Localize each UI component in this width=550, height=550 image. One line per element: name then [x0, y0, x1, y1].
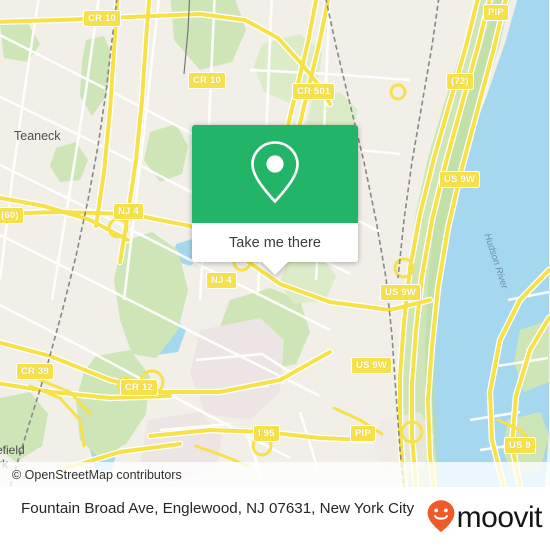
shield-cr-10-mid[interactable]: CR 10: [188, 72, 226, 89]
popup-header: [192, 125, 358, 223]
openstreetmap-attribution[interactable]: © OpenStreetMap contributors: [12, 468, 182, 482]
shield-cr-39[interactable]: CR 39: [16, 363, 54, 380]
place-label-overpeck-park-line1: efield: [0, 443, 25, 457]
map-attribution-bar: © OpenStreetMap contributors: [0, 462, 550, 487]
shield-us-9[interactable]: US 9: [504, 437, 536, 454]
shield-i-95[interactable]: I 95: [253, 425, 280, 442]
shield-nj-4-west[interactable]: NJ 4: [113, 203, 144, 220]
shield-us-9w-mid[interactable]: US 9W: [380, 284, 422, 301]
shield-pip-south[interactable]: PIP: [350, 425, 376, 442]
popup-footer[interactable]: Take me there: [192, 223, 358, 275]
address-label: Fountain Broad Ave, Englewood, NJ 07631,…: [21, 500, 415, 517]
shield-cr-10-north[interactable]: CR 10: [83, 10, 121, 27]
shield-cr-12[interactable]: CR 12: [120, 379, 158, 396]
shield-nj-4-center[interactable]: NJ 4: [206, 272, 237, 289]
moovit-map-screenshot: Teaneck efield rk Hudson River CR 10 PIP…: [0, 0, 550, 550]
moovit-pin-icon: [426, 499, 456, 538]
shield-cr-501[interactable]: CR 501: [292, 83, 336, 100]
shield-72[interactable]: (72): [446, 73, 474, 90]
shield-pip-top[interactable]: PIP: [483, 4, 509, 21]
place-label-teaneck: Teaneck: [14, 129, 61, 143]
location-popup-card[interactable]: Take me there: [192, 125, 358, 275]
take-me-there-label: Take me there: [229, 234, 321, 251]
moovit-wordmark: moovit: [456, 501, 543, 534]
map-pin-icon: [249, 139, 301, 210]
popup-tail-pointer: [262, 262, 288, 275]
shield-us-9w-south[interactable]: US 9W: [351, 357, 393, 374]
shield-60[interactable]: (60): [0, 207, 24, 224]
map-canvas[interactable]: Teaneck efield rk Hudson River CR 10 PIP…: [0, 0, 550, 487]
shield-us-9w-north[interactable]: US 9W: [439, 171, 481, 188]
bottom-info-bar: Fountain Broad Ave, Englewood, NJ 07631,…: [0, 487, 550, 550]
moovit-logo[interactable]: moovit: [426, 499, 543, 538]
